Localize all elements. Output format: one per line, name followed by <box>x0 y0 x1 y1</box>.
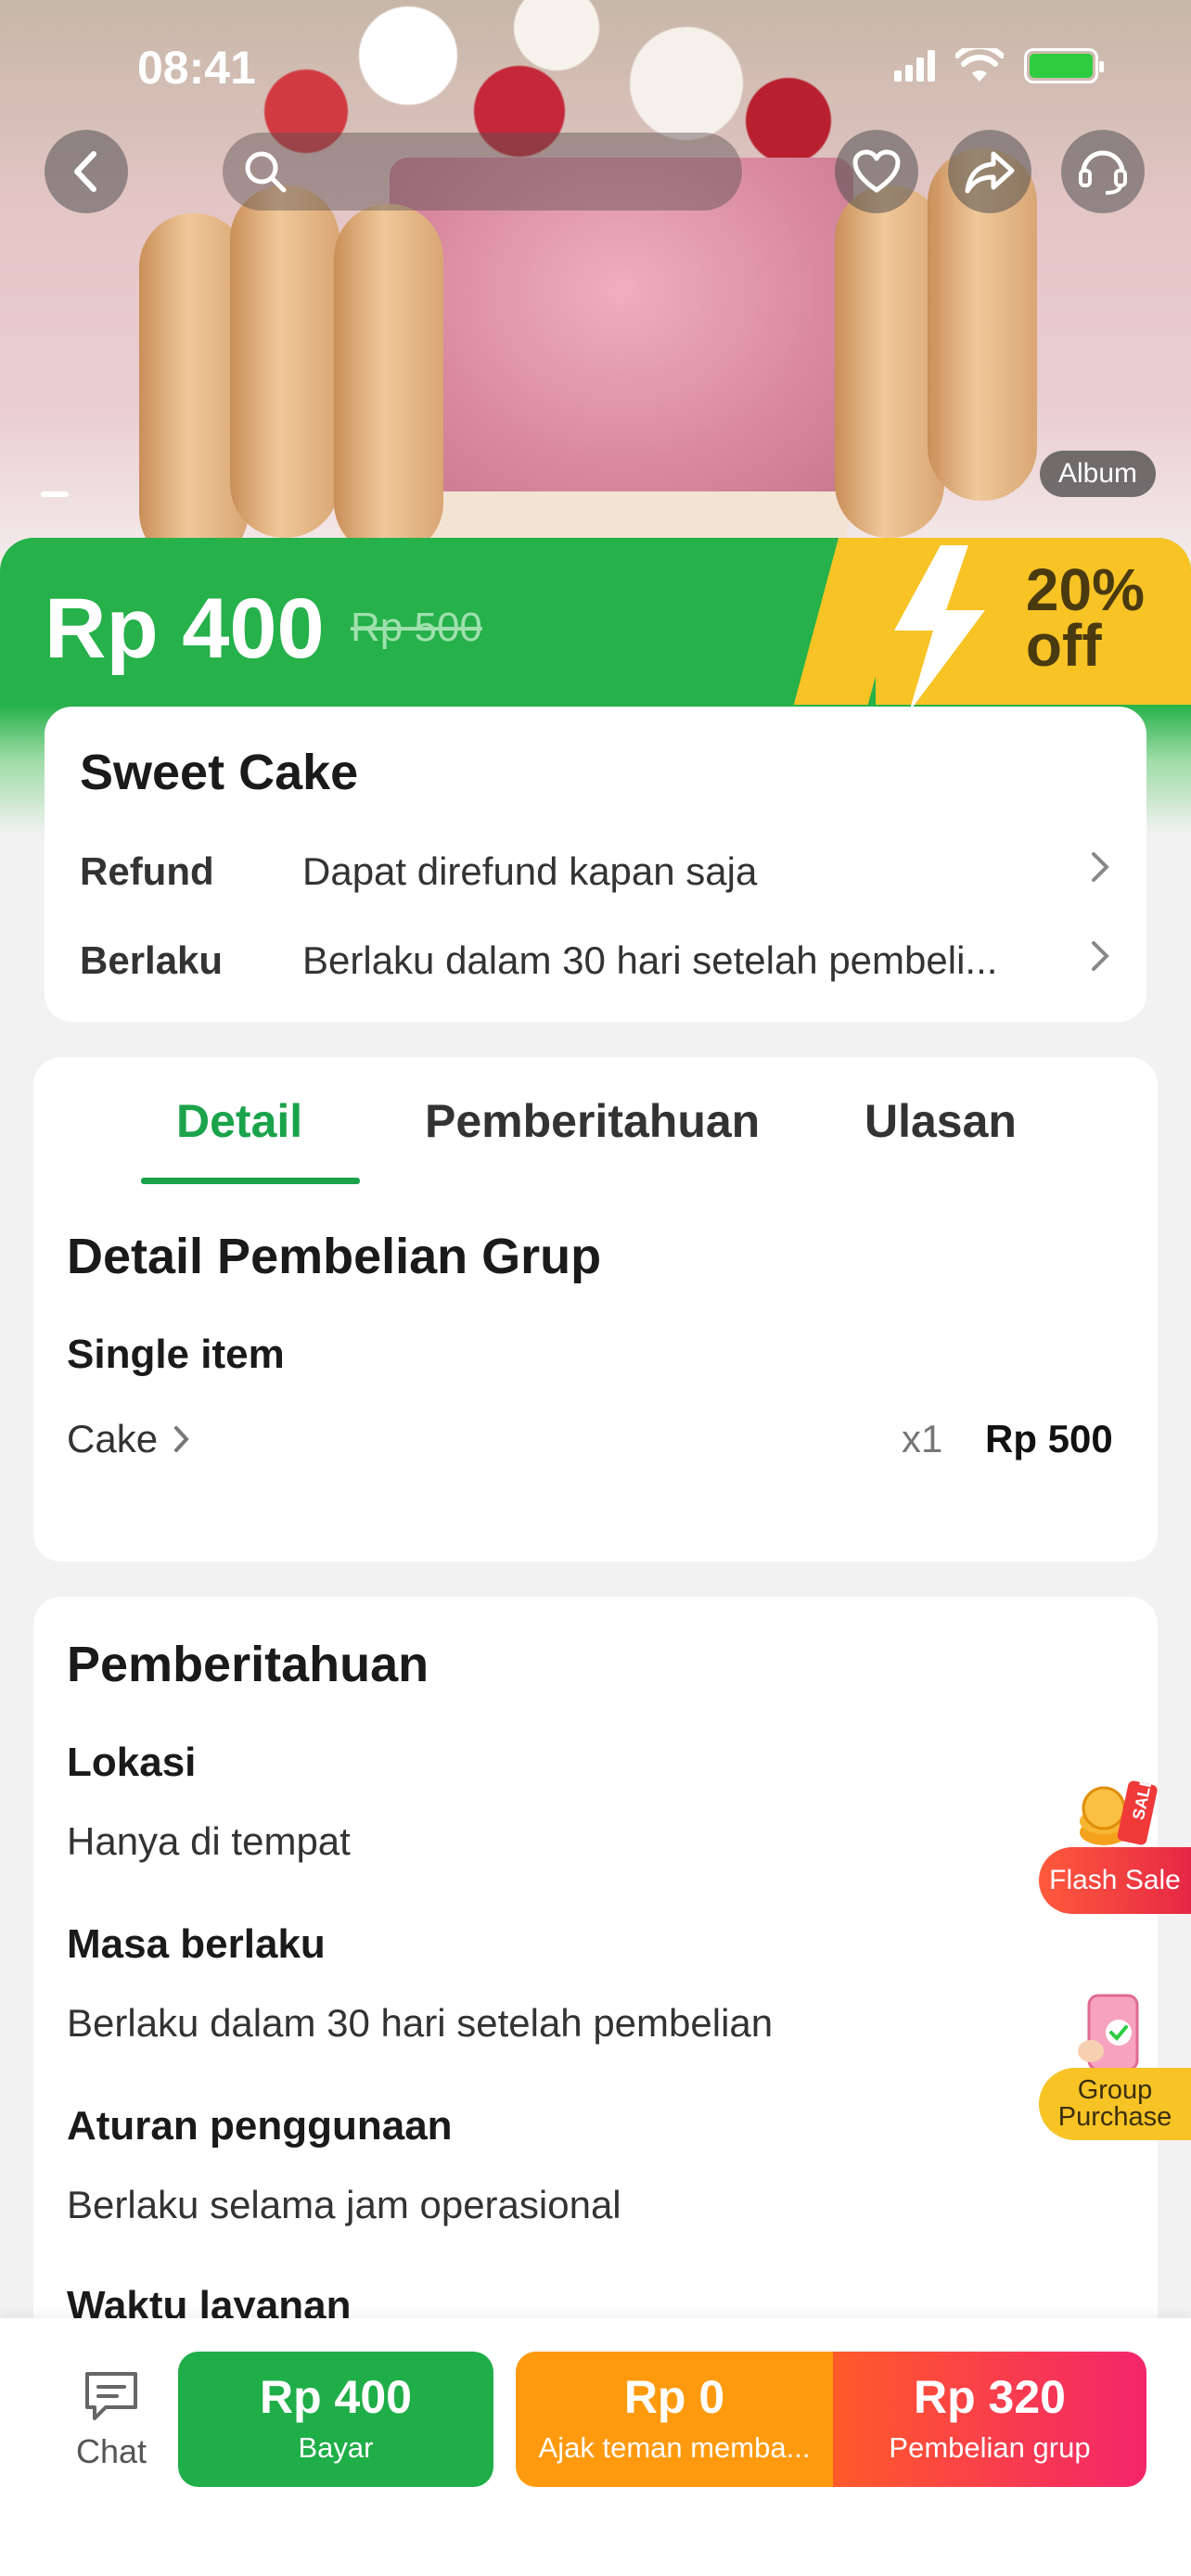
original-price: Rp 500 <box>351 605 482 650</box>
single-item-label: Single item <box>67 1332 285 1377</box>
validity-row[interactable]: Berlaku Berlaku dalam 30 hari setelah pe… <box>80 916 1111 1005</box>
status-icons <box>894 48 1104 83</box>
refund-value: Dapat direfund kapan saja <box>302 849 758 893</box>
validity-period-value: Berlaku dalam 30 hari setelah pembelian <box>67 2001 774 2045</box>
chevron-left-icon <box>74 151 96 192</box>
current-price: Rp 400 <box>45 581 325 676</box>
product-info-card: Sweet Cake Refund Dapat direfund kapan s… <box>45 707 1146 1022</box>
detail-card: Detail Pemberitahuan Ulasan Detail Pembe… <box>33 1057 1158 1562</box>
favorite-button[interactable] <box>835 130 918 213</box>
invite-price: Rp 0 <box>623 2371 725 2423</box>
usage-rules-label: Aturan penggunaan <box>67 2103 453 2149</box>
album-button[interactable]: Album <box>1039 451 1156 497</box>
refund-label: Refund <box>80 849 214 893</box>
chat-icon <box>85 2372 137 2420</box>
wifi-icon <box>955 48 1004 82</box>
usage-rules-value: Berlaku selama jam operasional <box>67 2183 621 2226</box>
signal-icon <box>894 50 935 82</box>
chevron-right-icon <box>174 1426 189 1452</box>
validity-value: Berlaku dalam 30 hari setelah pembeli... <box>302 938 998 982</box>
refund-row[interactable]: Refund Dapat direfund kapan saja <box>80 827 1111 916</box>
image-pager-indicator <box>41 491 69 497</box>
back-button[interactable] <box>45 130 128 213</box>
chat-button[interactable]: Chat <box>56 2368 167 2471</box>
tab-notice[interactable]: Pemberitahuan <box>425 1094 760 1148</box>
item-name: Cake <box>67 1417 159 1460</box>
status-time: 08:41 <box>137 42 256 94</box>
item-link[interactable]: Cake <box>67 1417 191 1461</box>
tab-detail[interactable]: Detail <box>176 1094 302 1148</box>
location-value: Hanya di tempat <box>67 1819 351 1863</box>
group-price: Rp 320 <box>914 2371 1066 2423</box>
active-tab-indicator <box>141 1178 360 1184</box>
battery-icon <box>1024 48 1104 83</box>
flash-sale-label: Flash Sale <box>1039 1847 1191 1914</box>
item-price: Rp 500 <box>985 1417 1113 1460</box>
search-bar[interactable] <box>223 133 742 210</box>
pay-price: Rp 400 <box>260 2371 412 2423</box>
chevron-right-icon <box>1074 937 1111 984</box>
validity-label: Berlaku <box>80 938 224 982</box>
pay-label: Bayar <box>298 2431 374 2464</box>
tab-review[interactable]: Ulasan <box>864 1094 1017 1148</box>
heart-icon <box>852 149 901 193</box>
detail-section-title: Detail Pembelian Grup <box>67 1229 602 1284</box>
ladyfinger <box>334 204 443 556</box>
ladyfinger <box>230 185 339 538</box>
location-label: Lokasi <box>67 1740 197 1785</box>
discount-text: 20% off <box>1025 556 1145 679</box>
phone-group-icon <box>1078 1994 1139 2072</box>
lightning-icon <box>894 545 985 712</box>
group-label: Pembelian grup <box>889 2431 1091 2464</box>
pay-button[interactable]: Rp 400 Bayar <box>178 2352 493 2487</box>
group-purchase-label: Group Purchase <box>1039 2068 1191 2140</box>
group-purchase-button[interactable]: Rp 320 Pembelian grup <box>833 2352 1146 2487</box>
chevron-right-icon <box>1074 848 1111 895</box>
share-icon <box>965 151 1015 194</box>
share-button[interactable] <box>948 130 1031 213</box>
item-quantity: x1 <box>902 1417 943 1460</box>
product-hero-image[interactable]: 08:41 Album <box>0 0 1191 575</box>
headset-icon <box>1079 150 1127 195</box>
search-icon <box>245 151 287 193</box>
chat-label: Chat <box>75 2432 147 2470</box>
validity-period-label: Masa berlaku <box>67 1921 326 1967</box>
tab-bar: Detail Pemberitahuan Ulasan <box>33 1057 1158 1187</box>
product-title: Sweet Cake <box>80 745 359 800</box>
invite-label: Ajak teman memba... <box>538 2431 811 2464</box>
notice-title: Pemberitahuan <box>67 1637 429 1692</box>
bottom-action-bar: Chat Rp 400 Bayar Rp 0 Ajak teman memba.… <box>0 2318 1191 2576</box>
invite-friend-button[interactable]: Rp 0 Ajak teman memba... <box>516 2352 833 2487</box>
customer-service-button[interactable] <box>1061 130 1145 213</box>
